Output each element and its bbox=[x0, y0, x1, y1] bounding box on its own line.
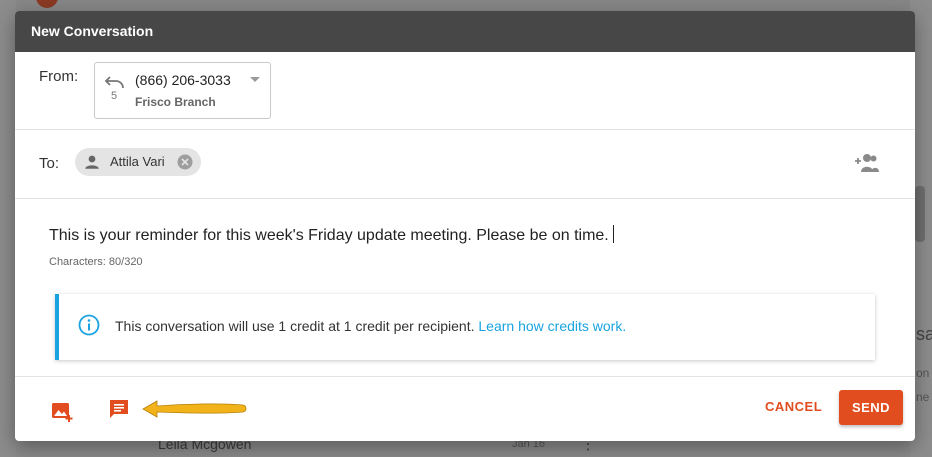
svg-text:5: 5 bbox=[111, 90, 117, 101]
background-scrollbar bbox=[915, 186, 925, 242]
credit-info-message: This conversation will use 1 credit at 1… bbox=[115, 318, 475, 334]
remove-recipient-icon[interactable] bbox=[176, 153, 194, 171]
from-branch-name: Frisco Branch bbox=[135, 95, 216, 109]
from-row: From: 5 (866) 206-3033 Frisco Branch bbox=[15, 52, 915, 130]
background-left-strip bbox=[0, 0, 16, 457]
text-cursor bbox=[612, 225, 614, 243]
recipient-name: Attila Vari bbox=[110, 154, 165, 169]
forward-call-icon: 5 bbox=[104, 76, 124, 101]
background-right-text: ne bbox=[916, 390, 930, 404]
dialog-title: New Conversation bbox=[15, 11, 915, 52]
recipient-chip[interactable]: Attila Vari bbox=[75, 148, 201, 176]
from-number-select[interactable]: 5 (866) 206-3033 Frisco Branch bbox=[94, 62, 271, 119]
add-image-icon[interactable] bbox=[50, 399, 74, 423]
to-label: To: bbox=[39, 155, 60, 172]
highlight-arrow-icon bbox=[142, 400, 247, 418]
background-right-text: on bbox=[916, 366, 930, 380]
credit-info-banner: This conversation will use 1 credit at 1… bbox=[55, 294, 875, 360]
to-row: To: Attila Vari bbox=[15, 130, 915, 199]
learn-credits-link[interactable]: Learn how credits work. bbox=[478, 318, 626, 334]
character-count: Characters: 80/320 bbox=[49, 256, 143, 268]
info-icon bbox=[78, 314, 100, 336]
credit-info-text: This conversation will use 1 credit at 1… bbox=[115, 318, 626, 334]
message-template-icon[interactable] bbox=[107, 397, 131, 421]
dialog-footer: CANCEL SEND bbox=[15, 377, 915, 440]
person-icon bbox=[85, 155, 99, 169]
chevron-down-icon bbox=[250, 77, 260, 82]
from-phone-number: (866) 206-3033 bbox=[135, 72, 231, 88]
message-text: This is your reminder for this week's Fr… bbox=[49, 227, 609, 244]
message-area: This is your reminder for this week's Fr… bbox=[15, 199, 915, 377]
background-right-heading: sa bbox=[916, 324, 932, 344]
cancel-button[interactable]: CANCEL bbox=[765, 399, 822, 414]
new-conversation-dialog: New Conversation From: 5 (866) 206-3033 … bbox=[15, 11, 915, 441]
send-button[interactable]: SEND bbox=[839, 390, 903, 425]
add-person-icon[interactable] bbox=[853, 152, 879, 174]
message-input[interactable]: This is your reminder for this week's Fr… bbox=[49, 225, 614, 245]
from-label: From: bbox=[39, 68, 79, 85]
